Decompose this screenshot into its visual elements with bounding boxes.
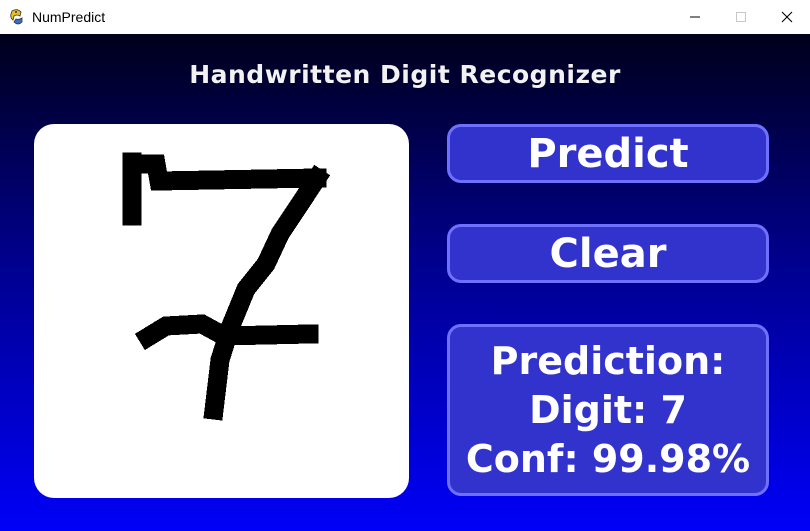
drawing-canvas[interactable] [34, 124, 409, 498]
close-button[interactable] [764, 0, 810, 34]
predicted-digit: Digit: 7 [529, 387, 687, 432]
clear-button[interactable]: Clear [447, 224, 769, 283]
maximize-icon [736, 12, 746, 22]
app-heading: Handwritten Digit Recognizer [189, 60, 621, 89]
prediction-panel: Prediction: Digit: 7 Conf: 99.98% [447, 324, 769, 496]
minimize-icon [690, 16, 700, 18]
window-controls [672, 0, 810, 34]
app-client-area: Handwritten Digit Recognizer Predict Cle… [0, 34, 810, 531]
confidence-value: Conf: 99.98% [465, 436, 751, 481]
handwritten-digit-drawing [122, 152, 331, 421]
close-icon [781, 11, 793, 23]
title-bar[interactable]: NumPredict [0, 0, 810, 34]
app-window: NumPredict Handwritten Digit Recognizer … [0, 0, 810, 531]
predict-button[interactable]: Predict [447, 124, 769, 183]
window-title: NumPredict [32, 9, 106, 25]
prediction-heading: Prediction: [490, 338, 726, 383]
maximize-button[interactable] [718, 0, 764, 34]
minimize-button[interactable] [672, 0, 718, 34]
python-snake-icon [10, 9, 23, 25]
